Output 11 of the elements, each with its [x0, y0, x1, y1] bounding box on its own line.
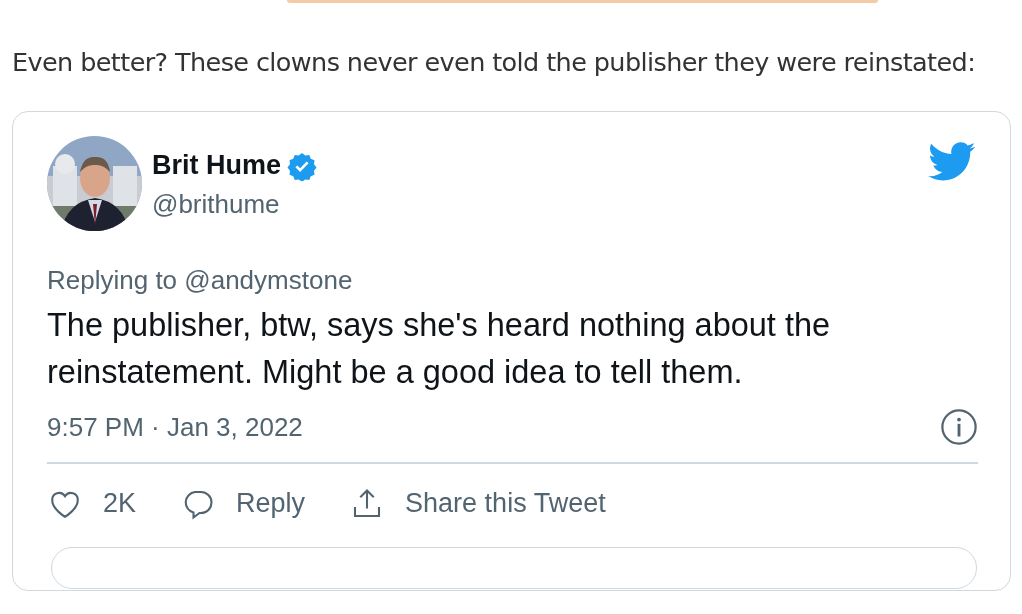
like-button[interactable]: 2K: [47, 485, 137, 522]
user-handle[interactable]: @brithume: [152, 189, 317, 220]
replying-to-text: Replying to @andymstone: [47, 265, 354, 296]
tweet-text: The publisher, btw, says she's heard nothing about the reinstatement. Might be a good idea to tell them.: [47, 306, 832, 392]
timestamp[interactable]: 9:57 PM · Jan 3, 2022: [47, 411, 303, 443]
paragraph: Even better? These clowns never even told the publisher they were reinstated:: [12, 46, 977, 79]
author-name[interactable]: Brit Hume: [152, 150, 281, 181]
info-icon[interactable]: [940, 408, 978, 446]
reply-button[interactable]: Reply: [180, 485, 306, 522]
share-button[interactable]: Share this Tweet: [349, 485, 606, 522]
bird-logo-icon[interactable]: [928, 142, 976, 182]
